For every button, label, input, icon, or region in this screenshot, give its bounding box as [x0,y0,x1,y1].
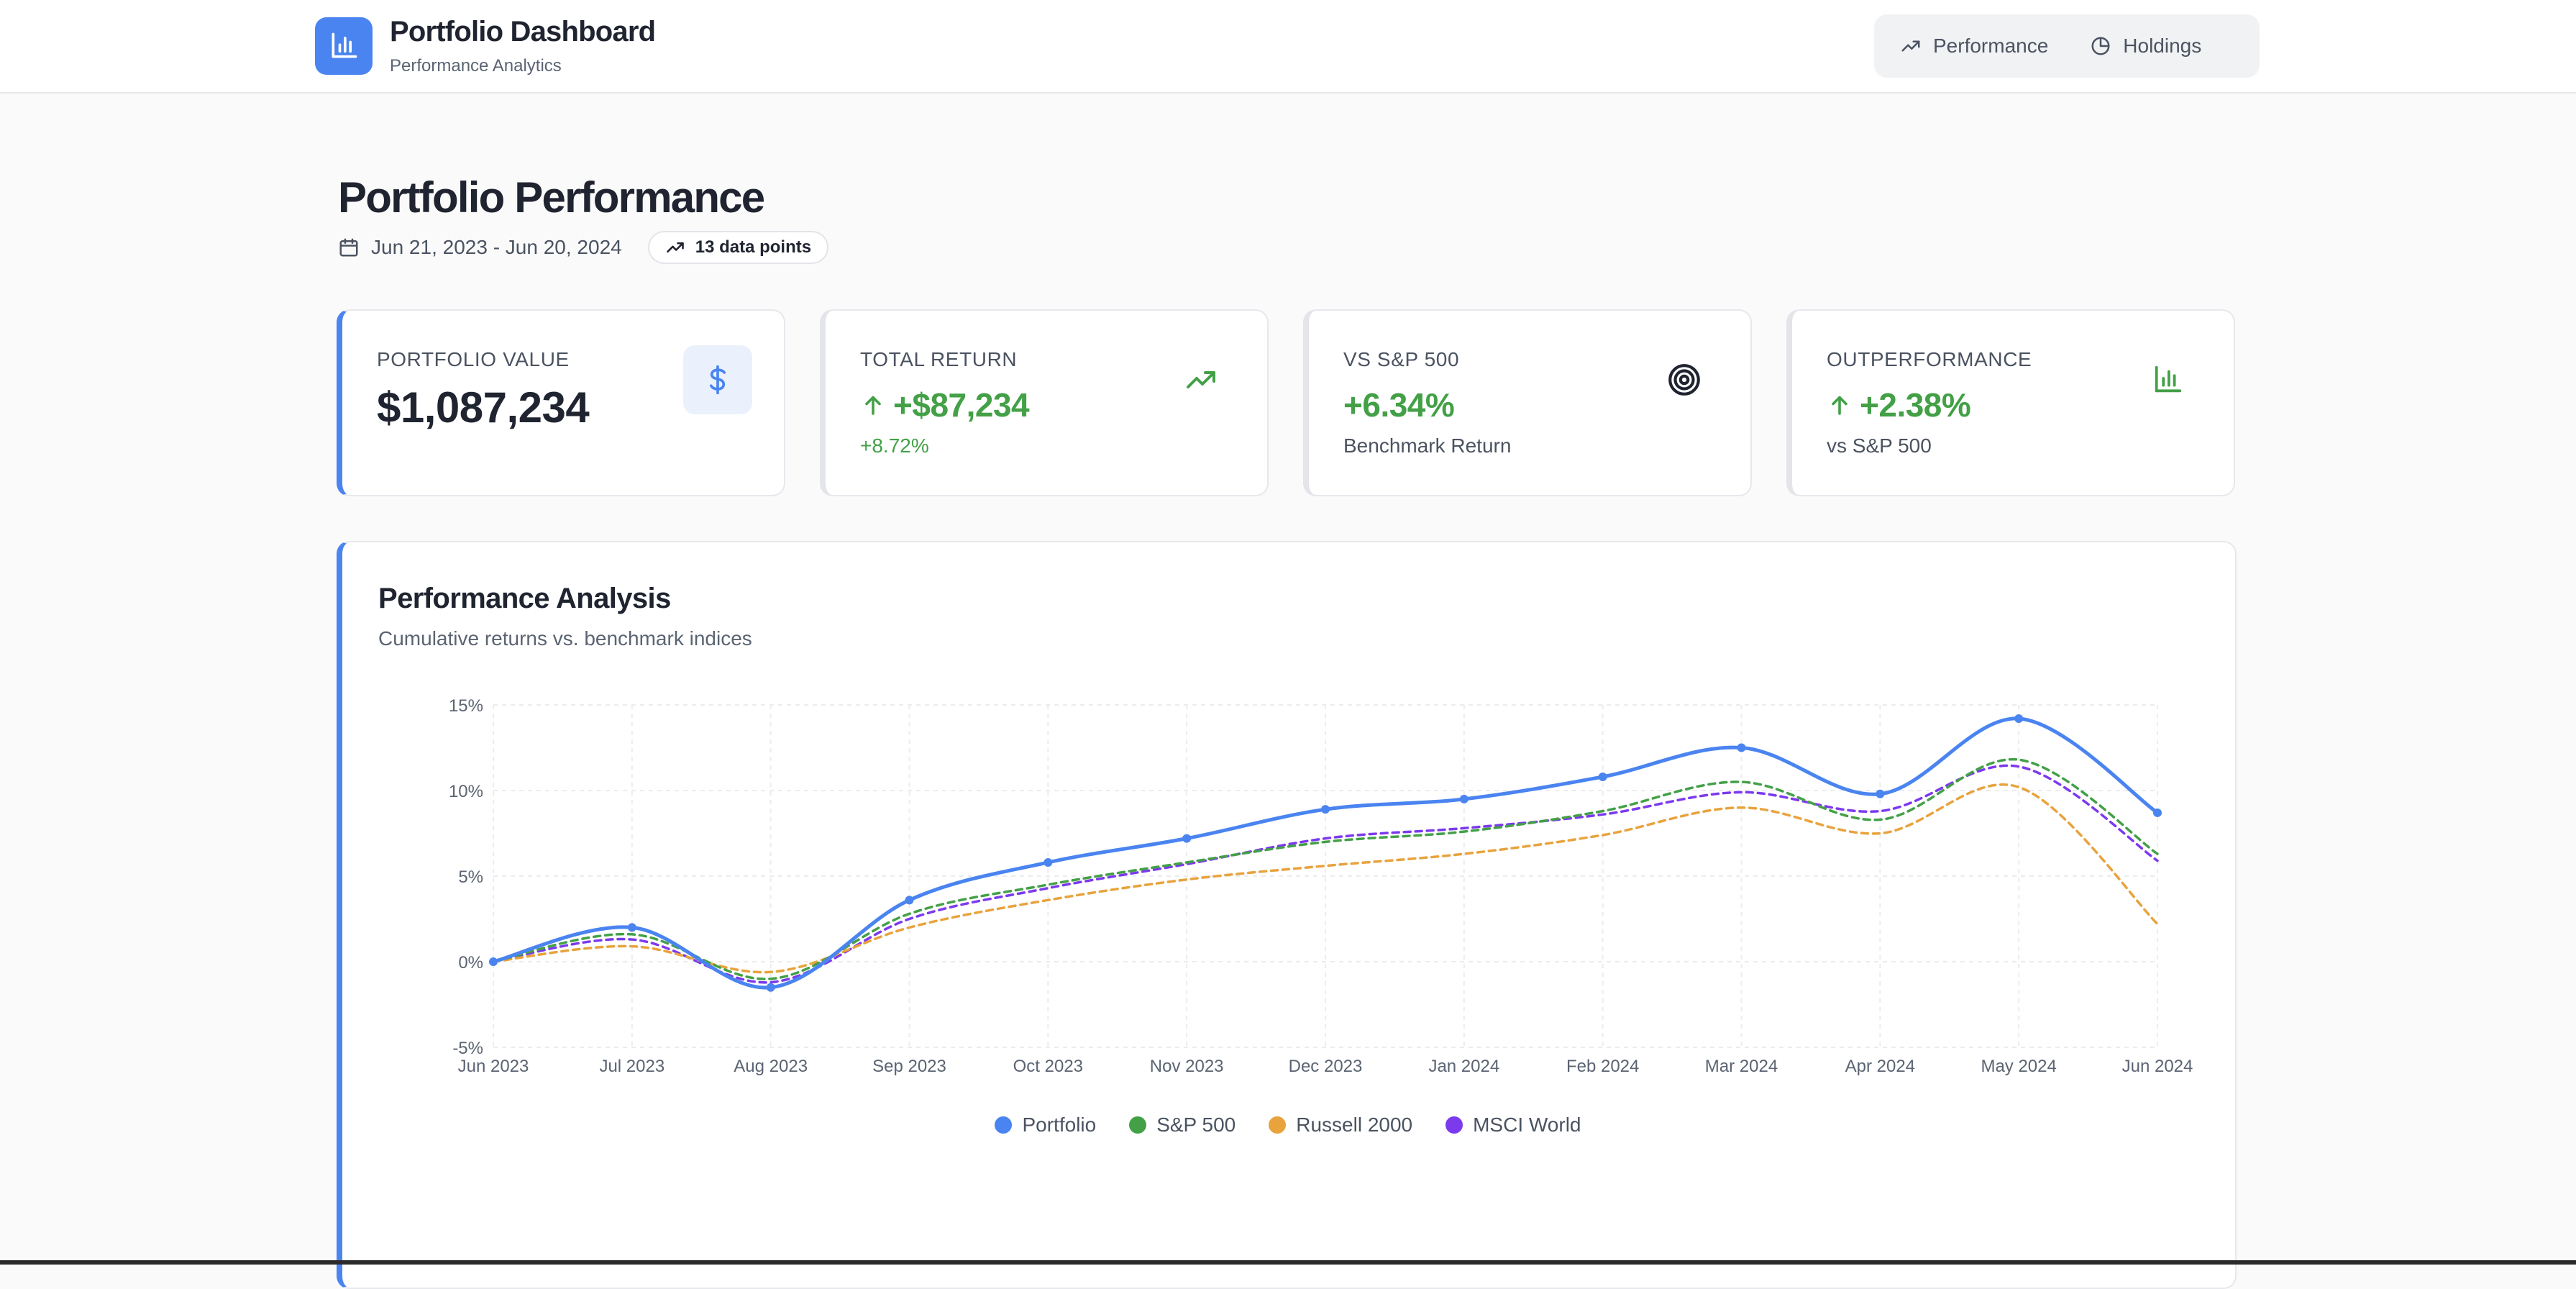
legend-label: Portfolio [1022,1113,1097,1136]
pie-chart-icon [2091,37,2110,55]
data-point-portfolio [1737,743,1746,752]
card-value: $1,087,234 [377,383,590,432]
data-point-portfolio [2014,714,2024,724]
date-range: Jun 21, 2023 - Jun 20, 2024 [371,236,622,258]
data-point-portfolio [1182,834,1192,843]
x-tick-label: Jul 2023 [599,1057,664,1076]
nav-tabs: Performance Holdings [1874,14,2260,78]
arrow-up-icon [865,396,881,415]
dollar-icon [683,345,752,414]
tab-performance[interactable]: Performance [1900,35,2048,58]
card-value: +2.38% [1827,386,1971,424]
legend-label: MSCI World [1473,1113,1581,1136]
data-point-portfolio [1321,805,1330,814]
data-point-portfolio [1043,857,1053,867]
data-points-badge: 13 data points [647,231,829,264]
data-point-portfolio [1459,794,1469,803]
data-point-portfolio [2153,808,2162,817]
page-title: Portfolio Performance [338,173,765,222]
x-tick-label: Dec 2023 [1289,1057,1363,1076]
x-tick-label: Mar 2024 [1705,1057,1778,1076]
data-points-label: 13 data points [695,237,812,257]
target-icon [1650,345,1719,414]
card-label: PORTFOLIO VALUE [377,348,570,370]
x-tick-label: Sep 2023 [872,1057,946,1076]
trending-up-icon [1901,40,1920,52]
card-vs-sp500: VS S&P 500 +6.34% Benchmark Return [1303,309,1752,496]
card-value-text: +2.38% [1860,386,1971,424]
y-tick-label: -5% [452,1039,483,1058]
legend-item-msci-world[interactable]: MSCI World [1445,1113,1581,1137]
card-sub: vs S&P 500 [1827,434,1932,457]
card-label: VS S&P 500 [1343,348,1460,370]
card-label: OUTPERFORMANCE [1827,348,2032,370]
card-outperformance: OUTPERFORMANCE +2.38% vs S&P 500 [1786,309,2235,496]
tab-performance-label: Performance [1933,35,2049,57]
legend-item-sp500[interactable]: S&P 500 [1129,1113,1236,1137]
x-tick-label: Jun 2023 [458,1057,529,1076]
trending-up-icon [1166,345,1236,414]
x-tick-label: Jun 2024 [2122,1057,2193,1076]
legend-swatch [1269,1116,1287,1134]
x-tick-label: Jan 2024 [1428,1057,1499,1076]
y-tick-label: 5% [458,867,483,887]
app-subtitle: Performance Analytics [390,56,562,76]
x-tick-label: May 2024 [1981,1057,2056,1076]
x-tick-label: Feb 2024 [1566,1057,1639,1076]
y-tick-label: 15% [449,696,483,716]
chart-legend: Portfolio S&P 500 Russell 2000 MSCI Worl… [0,1113,2576,1137]
x-tick-label: Oct 2023 [1013,1057,1083,1076]
chart-subtitle: Cumulative returns vs. benchmark indices [378,627,752,650]
legend-swatch [1445,1116,1463,1134]
legend-item-russell-2000[interactable]: Russell 2000 [1269,1113,1412,1137]
performance-line-chart: 15% 10% 5% 0% -5%Jun 2023 Jul 2023 Aug 2023 Sep… [449,696,2193,1076]
x-tick-label: Nov 2023 [1150,1057,1224,1076]
data-point-portfolio [1598,772,1607,781]
card-value: +$87,234 [860,386,1030,424]
app-title: Portfolio Dashboard [390,16,656,47]
tab-holdings-label: Holdings [2123,35,2202,57]
y-tick-label: 0% [458,953,483,973]
card-sub: Benchmark Return [1343,434,1512,457]
legend-swatch [1129,1116,1147,1134]
trending-up-icon [666,242,684,253]
tab-holdings[interactable]: Holdings [2090,35,2201,58]
bar-chart-icon [2133,345,2202,414]
legend-label: S&P 500 [1156,1113,1236,1136]
date-row: Jun 21, 2023 - Jun 20, 2024 13 data poin… [338,231,829,264]
card-portfolio-value: PORTFOLIO VALUE $1,087,234 [337,309,785,496]
data-point-portfolio [489,957,498,966]
arrow-up-icon [1832,396,1847,415]
card-value: +6.34% [1343,386,1455,424]
data-point-portfolio [1876,789,1885,798]
data-point-portfolio [627,923,636,932]
card-sub: +8.72% [860,434,929,457]
window-bottom-edge [0,1260,2576,1265]
data-point-portfolio [905,896,914,905]
chart-title: Performance Analysis [378,583,671,614]
card-value-text: +$87,234 [893,386,1030,424]
x-tick-label: Aug 2023 [734,1057,808,1076]
card-label: TOTAL RETURN [860,348,1018,370]
legend-item-portfolio[interactable]: Portfolio [995,1113,1096,1137]
bar-chart-icon[interactable] [315,17,373,75]
data-point-portfolio [766,983,775,992]
calendar-icon [339,238,358,257]
legend-swatch [995,1116,1013,1134]
top-bar: Portfolio Dashboard Performance Analytic… [0,0,2576,94]
y-tick-label: 10% [449,782,483,801]
x-tick-label: Apr 2024 [1845,1057,1915,1076]
card-total-return: TOTAL RETURN +$87,234 +8.72% [820,309,1269,496]
legend-label: Russell 2000 [1296,1113,1413,1136]
